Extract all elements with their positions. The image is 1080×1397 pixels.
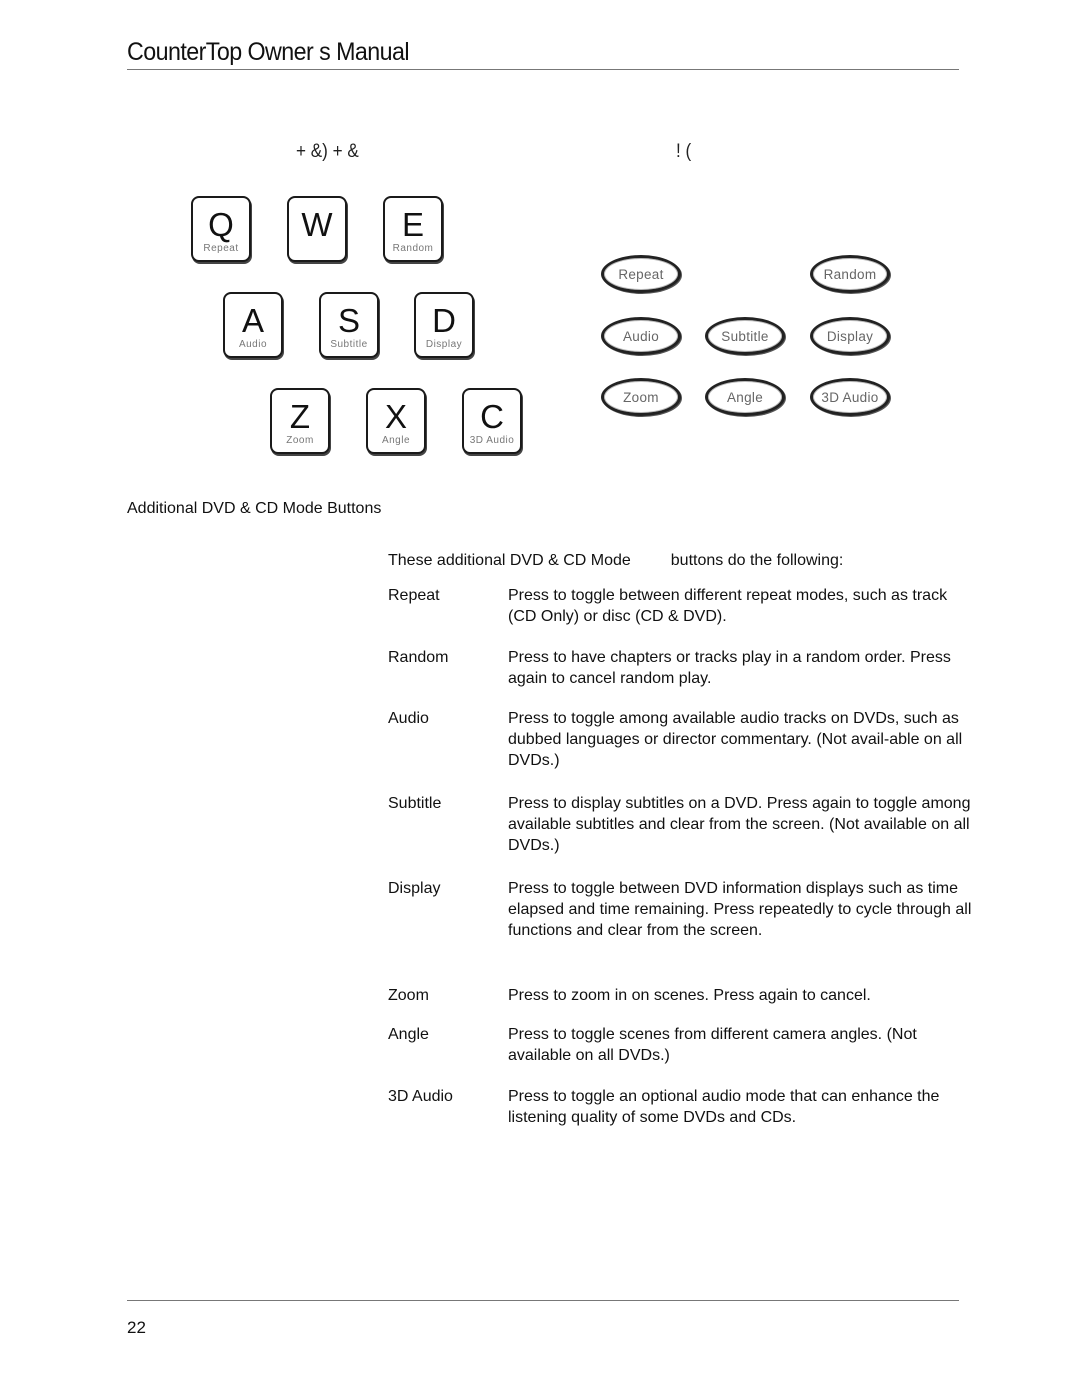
key-q[interactable]: Q Repeat [191, 196, 251, 262]
key-label: Display [425, 339, 463, 350]
header-divider [127, 69, 959, 70]
definition-description: Press to toggle among available audio tr… [508, 710, 963, 769]
key-letter: W [301, 206, 333, 243]
button-label: Audio [622, 328, 660, 344]
definition-description: Press to display subtitles on a DVD. Pre… [508, 795, 971, 854]
intro-text-part1: These additional DVD & CD Mode [388, 552, 631, 569]
key-letter: S [337, 302, 360, 339]
remote-audio-button[interactable]: Audio [601, 317, 681, 355]
key-label: 3D Audio [469, 435, 515, 446]
key-label: Repeat [203, 243, 239, 254]
key-label: Subtitle [330, 339, 368, 350]
intro-text-part2: buttons do the following: [670, 552, 844, 569]
remote-random-button[interactable]: Random [810, 255, 890, 293]
page-number: 22 [127, 1318, 146, 1337]
remote-figure-caption: ! ( [676, 141, 692, 162]
definition-term: Random [388, 649, 449, 666]
keyboard-figure-caption: + &) + & [296, 141, 359, 162]
key-letter: A [241, 302, 264, 339]
key-label: Angle [381, 435, 411, 446]
page-title: CounterTop Owner s Manual [127, 38, 410, 66]
key-letter: E [401, 206, 424, 243]
definition-description: Press to toggle an optional audio mode t… [508, 1088, 940, 1126]
remote-angle-button[interactable]: Angle [705, 378, 785, 416]
key-letter: D [432, 302, 456, 339]
button-label: Repeat [618, 266, 664, 282]
section-intro: These additional DVD & CD Mode buttons do… [388, 552, 843, 570]
definition-term: Zoom [388, 987, 429, 1004]
key-label: Random [392, 243, 434, 254]
key-label: Zoom [286, 435, 314, 446]
definition-term: 3D Audio [388, 1088, 453, 1105]
key-letter: Q [208, 206, 234, 243]
key-letter: X [384, 398, 407, 435]
remote-subtitle-button[interactable]: Subtitle [705, 317, 785, 355]
definition-description: Press to have chapters or tracks play in… [508, 649, 951, 687]
remote-3d-audio-button[interactable]: 3D Audio [810, 378, 890, 416]
key-a[interactable]: A Audio [223, 292, 283, 358]
button-label: Display [826, 328, 874, 344]
button-label: Zoom [623, 389, 659, 405]
remote-display-button[interactable]: Display [810, 317, 890, 355]
key-d[interactable]: D Display [414, 292, 474, 358]
button-label: Subtitle [721, 328, 769, 344]
footer-divider [127, 1300, 959, 1301]
key-x[interactable]: X Angle [366, 388, 426, 454]
definition-description: Press to toggle between different repeat… [508, 587, 948, 625]
key-letter: C [480, 398, 504, 435]
button-label: 3D Audio [821, 389, 879, 405]
button-label: Angle [726, 389, 764, 405]
definition-term: Display [388, 880, 441, 897]
key-z[interactable]: Z Zoom [270, 388, 330, 454]
key-label: Audio [238, 339, 268, 350]
definition-term: Subtitle [388, 795, 442, 812]
button-label: Random [823, 266, 877, 282]
definition-term: Audio [388, 710, 429, 727]
key-w[interactable]: W [287, 196, 347, 262]
key-c[interactable]: C 3D Audio [462, 388, 522, 454]
remote-zoom-button[interactable]: Zoom [601, 378, 681, 416]
definition-description: Press to zoom in on scenes. Press again … [508, 987, 871, 1004]
section-heading: Additional DVD & CD Mode Buttons [127, 500, 382, 517]
remote-repeat-button[interactable]: Repeat [601, 255, 681, 293]
definition-term: Repeat [388, 587, 440, 604]
definition-description: Press to toggle scenes from different ca… [508, 1026, 917, 1064]
definition-description: Press to toggle between DVD information … [508, 880, 972, 939]
key-letter: Z [289, 398, 311, 435]
key-e[interactable]: E Random [383, 196, 443, 262]
key-s[interactable]: S Subtitle [319, 292, 379, 358]
definition-term: Angle [388, 1026, 429, 1043]
